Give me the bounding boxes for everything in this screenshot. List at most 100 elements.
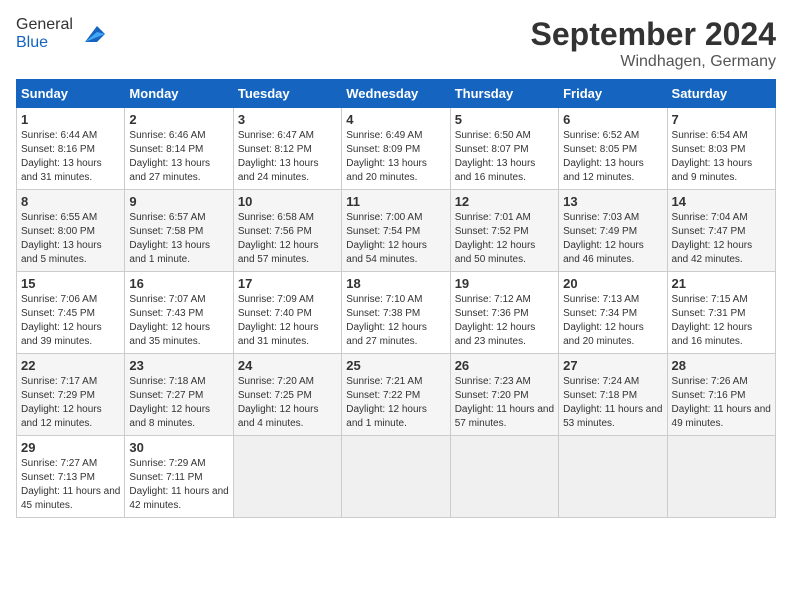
day-info: Sunrise: 6:50 AM Sunset: 8:07 PM Dayligh… [455,129,554,185]
calendar-cell: 27 Sunrise: 7:24 AM Sunset: 7:18 PM Dayl… [559,354,667,436]
calendar-cell: 11 Sunrise: 7:00 AM Sunset: 7:54 PM Dayl… [342,190,450,272]
calendar-cell: 24 Sunrise: 7:20 AM Sunset: 7:25 PM Dayl… [233,354,341,436]
day-info: Sunrise: 7:15 AM Sunset: 7:31 PM Dayligh… [672,293,771,349]
calendar-cell: 18 Sunrise: 7:10 AM Sunset: 7:38 PM Dayl… [342,272,450,354]
day-number: 4 [346,112,445,127]
calendar-cell [667,436,775,518]
day-info: Sunrise: 7:29 AM Sunset: 7:11 PM Dayligh… [129,457,228,513]
calendar-cell: 12 Sunrise: 7:01 AM Sunset: 7:52 PM Dayl… [450,190,558,272]
day-info: Sunrise: 7:17 AM Sunset: 7:29 PM Dayligh… [21,375,120,431]
day-number: 24 [238,358,337,373]
calendar-cell: 8 Sunrise: 6:55 AM Sunset: 8:00 PM Dayli… [17,190,125,272]
day-number: 7 [672,112,771,127]
day-number: 12 [455,194,554,209]
header-thursday: Thursday [450,80,558,108]
day-info: Sunrise: 6:52 AM Sunset: 8:05 PM Dayligh… [563,129,662,185]
day-info: Sunrise: 6:44 AM Sunset: 8:16 PM Dayligh… [21,129,120,185]
calendar-table: Sunday Monday Tuesday Wednesday Thursday… [16,79,776,518]
day-number: 13 [563,194,662,209]
day-number: 21 [672,276,771,291]
calendar-cell: 21 Sunrise: 7:15 AM Sunset: 7:31 PM Dayl… [667,272,775,354]
day-info: Sunrise: 7:12 AM Sunset: 7:36 PM Dayligh… [455,293,554,349]
day-number: 26 [455,358,554,373]
calendar-cell: 28 Sunrise: 7:26 AM Sunset: 7:16 PM Dayl… [667,354,775,436]
day-info: Sunrise: 6:58 AM Sunset: 7:56 PM Dayligh… [238,211,337,267]
day-number: 18 [346,276,445,291]
day-number: 19 [455,276,554,291]
calendar-cell: 1 Sunrise: 6:44 AM Sunset: 8:16 PM Dayli… [17,108,125,190]
calendar-cell [559,436,667,518]
logo-blue-text: Blue [16,34,48,51]
header-monday: Monday [125,80,233,108]
calendar-cell [450,436,558,518]
calendar-cell: 16 Sunrise: 7:07 AM Sunset: 7:43 PM Dayl… [125,272,233,354]
day-number: 2 [129,112,228,127]
calendar-week-row: 22 Sunrise: 7:17 AM Sunset: 7:29 PM Dayl… [17,354,776,436]
header-tuesday: Tuesday [233,80,341,108]
calendar-cell [342,436,450,518]
day-number: 30 [129,440,228,455]
day-info: Sunrise: 7:13 AM Sunset: 7:34 PM Dayligh… [563,293,662,349]
day-info: Sunrise: 7:18 AM Sunset: 7:27 PM Dayligh… [129,375,228,431]
day-number: 28 [672,358,771,373]
day-info: Sunrise: 7:06 AM Sunset: 7:45 PM Dayligh… [21,293,120,349]
title-block: September 2024 Windhagen, Germany [531,16,776,71]
day-number: 20 [563,276,662,291]
day-number: 3 [238,112,337,127]
calendar-week-row: 29 Sunrise: 7:27 AM Sunset: 7:13 PM Dayl… [17,436,776,518]
calendar-cell: 10 Sunrise: 6:58 AM Sunset: 7:56 PM Dayl… [233,190,341,272]
logo-general-text: General [16,16,73,33]
day-number: 16 [129,276,228,291]
calendar-cell: 14 Sunrise: 7:04 AM Sunset: 7:47 PM Dayl… [667,190,775,272]
calendar-cell: 22 Sunrise: 7:17 AM Sunset: 7:29 PM Dayl… [17,354,125,436]
calendar-cell: 2 Sunrise: 6:46 AM Sunset: 8:14 PM Dayli… [125,108,233,190]
calendar-header-row: Sunday Monday Tuesday Wednesday Thursday… [17,80,776,108]
calendar-cell: 29 Sunrise: 7:27 AM Sunset: 7:13 PM Dayl… [17,436,125,518]
day-info: Sunrise: 7:21 AM Sunset: 7:22 PM Dayligh… [346,375,445,431]
day-number: 6 [563,112,662,127]
day-number: 27 [563,358,662,373]
calendar-cell [233,436,341,518]
day-info: Sunrise: 7:10 AM Sunset: 7:38 PM Dayligh… [346,293,445,349]
day-info: Sunrise: 6:49 AM Sunset: 8:09 PM Dayligh… [346,129,445,185]
calendar-cell: 26 Sunrise: 7:23 AM Sunset: 7:20 PM Dayl… [450,354,558,436]
day-number: 11 [346,194,445,209]
calendar-cell: 30 Sunrise: 7:29 AM Sunset: 7:11 PM Dayl… [125,436,233,518]
calendar-week-row: 8 Sunrise: 6:55 AM Sunset: 8:00 PM Dayli… [17,190,776,272]
day-info: Sunrise: 7:26 AM Sunset: 7:16 PM Dayligh… [672,375,771,431]
day-number: 15 [21,276,120,291]
day-info: Sunrise: 7:27 AM Sunset: 7:13 PM Dayligh… [21,457,120,513]
logo: General Blue [16,16,109,52]
calendar-cell: 20 Sunrise: 7:13 AM Sunset: 7:34 PM Dayl… [559,272,667,354]
calendar-cell: 5 Sunrise: 6:50 AM Sunset: 8:07 PM Dayli… [450,108,558,190]
day-number: 9 [129,194,228,209]
day-info: Sunrise: 7:24 AM Sunset: 7:18 PM Dayligh… [563,375,662,431]
location: Windhagen, Germany [531,53,776,71]
calendar-cell: 17 Sunrise: 7:09 AM Sunset: 7:40 PM Dayl… [233,272,341,354]
calendar-cell: 4 Sunrise: 6:49 AM Sunset: 8:09 PM Dayli… [342,108,450,190]
day-number: 29 [21,440,120,455]
day-number: 22 [21,358,120,373]
day-info: Sunrise: 7:09 AM Sunset: 7:40 PM Dayligh… [238,293,337,349]
day-info: Sunrise: 6:57 AM Sunset: 7:58 PM Dayligh… [129,211,228,267]
day-info: Sunrise: 7:23 AM Sunset: 7:20 PM Dayligh… [455,375,554,431]
calendar-week-row: 1 Sunrise: 6:44 AM Sunset: 8:16 PM Dayli… [17,108,776,190]
header-sunday: Sunday [17,80,125,108]
calendar-cell: 7 Sunrise: 6:54 AM Sunset: 8:03 PM Dayli… [667,108,775,190]
day-info: Sunrise: 6:46 AM Sunset: 8:14 PM Dayligh… [129,129,228,185]
month-title: September 2024 [531,16,776,53]
day-info: Sunrise: 6:54 AM Sunset: 8:03 PM Dayligh… [672,129,771,185]
day-number: 17 [238,276,337,291]
calendar-week-row: 15 Sunrise: 7:06 AM Sunset: 7:45 PM Dayl… [17,272,776,354]
day-number: 25 [346,358,445,373]
calendar-cell: 3 Sunrise: 6:47 AM Sunset: 8:12 PM Dayli… [233,108,341,190]
day-number: 8 [21,194,120,209]
header-friday: Friday [559,80,667,108]
day-info: Sunrise: 6:47 AM Sunset: 8:12 PM Dayligh… [238,129,337,185]
calendar-cell: 19 Sunrise: 7:12 AM Sunset: 7:36 PM Dayl… [450,272,558,354]
day-info: Sunrise: 7:00 AM Sunset: 7:54 PM Dayligh… [346,211,445,267]
day-number: 23 [129,358,228,373]
calendar-cell: 13 Sunrise: 7:03 AM Sunset: 7:49 PM Dayl… [559,190,667,272]
day-info: Sunrise: 6:55 AM Sunset: 8:00 PM Dayligh… [21,211,120,267]
day-info: Sunrise: 7:01 AM Sunset: 7:52 PM Dayligh… [455,211,554,267]
